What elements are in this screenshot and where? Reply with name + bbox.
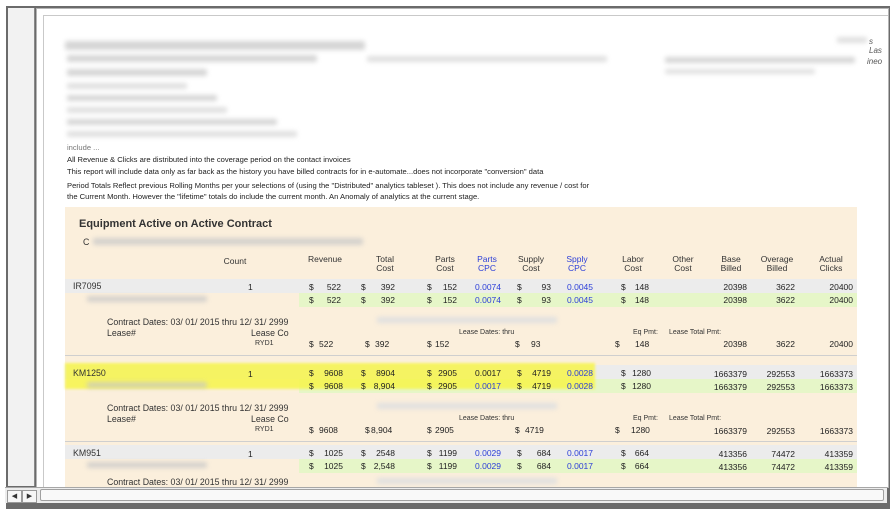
clipped-text-right: s Las bbox=[869, 37, 882, 55]
count-value: 1 bbox=[248, 449, 253, 459]
scroll-right-button[interactable]: ▶ bbox=[22, 490, 37, 503]
parts-cost-value: 152 bbox=[442, 282, 457, 292]
lease-co-label: Lease Co bbox=[251, 328, 289, 338]
total-cost-value: 392 bbox=[380, 282, 395, 292]
header-base-billed: Base Billed bbox=[720, 254, 742, 273]
lease-dates-label: Lease Dates: thru bbox=[459, 329, 515, 336]
report-document: s Las ineo include ... All Revenue & Cli… bbox=[36, 8, 889, 488]
revenue-value: 522 bbox=[326, 282, 341, 292]
header-revenue: Revenue bbox=[307, 254, 343, 264]
clipped-text-right: ineo bbox=[867, 57, 883, 66]
redacted-contract-info bbox=[377, 403, 557, 409]
report-note-3: Period Totals Reflect previous Rolling M… bbox=[67, 181, 590, 190]
contract-dates: Contract Dates: 03/ 01/ 2015 thru 12/ 31… bbox=[107, 477, 289, 487]
report-note-2: This report will include data only as fa… bbox=[67, 167, 544, 176]
contract-dates: Contract Dates: 03/ 01/ 2015 thru 12/ 31… bbox=[107, 403, 289, 413]
header-parts-cpc: Parts CPC bbox=[477, 254, 497, 273]
count-value: 1 bbox=[248, 369, 253, 379]
redacted-header-line bbox=[65, 41, 365, 50]
lease-company: RYD1 bbox=[255, 426, 274, 433]
redacted-header-line bbox=[67, 119, 277, 125]
redacted-header-line bbox=[67, 131, 297, 137]
redacted-header-line bbox=[67, 69, 207, 76]
overage-billed-value: 3622 bbox=[776, 282, 795, 292]
lease-total-label: Lease Total Pmt: bbox=[669, 329, 722, 336]
header-supply-cost: Supply Cost bbox=[518, 254, 544, 273]
base-billed-value: 20398 bbox=[723, 282, 747, 292]
redacted-header-line bbox=[67, 95, 217, 101]
group-separator bbox=[65, 441, 857, 442]
lease-co-label: Lease Co bbox=[251, 414, 289, 424]
redacted-header-line bbox=[67, 83, 187, 89]
header-actual-clicks: Actual Clicks bbox=[819, 254, 843, 273]
header-count: Count bbox=[223, 256, 247, 266]
report-note-1: All Revenue & Clicks are distributed int… bbox=[67, 155, 351, 164]
count-value: 1 bbox=[248, 282, 253, 292]
group-separator bbox=[65, 355, 857, 356]
supply-cost-value: 93 bbox=[541, 282, 551, 292]
redacted-contract-info bbox=[377, 317, 557, 323]
redacted-serial bbox=[87, 382, 207, 388]
header-parts-cost: Parts Cost bbox=[435, 254, 455, 273]
scroll-left-button[interactable]: ◀ bbox=[7, 490, 22, 503]
header-labor-cost: Labor Cost bbox=[622, 254, 644, 273]
customer-initial: C bbox=[83, 237, 90, 247]
header-total-cost: Total Cost bbox=[376, 254, 394, 273]
redacted-serial bbox=[87, 296, 207, 302]
section-title: Equipment Active on Active Contract bbox=[79, 218, 272, 230]
model-name: KM1250 bbox=[73, 368, 106, 378]
redacted-header-line bbox=[67, 107, 227, 113]
actual-clicks-value: 20400 bbox=[829, 282, 853, 292]
model-name: KM951 bbox=[73, 448, 101, 458]
redacted-header-line bbox=[665, 57, 855, 63]
redacted-header-line bbox=[367, 56, 607, 62]
header-overage-billed: Overage Billed bbox=[760, 254, 794, 273]
spply-cpc-value: 0.0045 bbox=[567, 282, 593, 292]
redacted-contract-info bbox=[377, 478, 557, 484]
eq-pmt-label: Eq Pmt: bbox=[633, 415, 658, 422]
scrollbar-thumb[interactable] bbox=[40, 489, 884, 501]
redacted-customer-name bbox=[93, 238, 363, 245]
redacted-header-line bbox=[665, 69, 815, 74]
labor-cost-value: 148 bbox=[634, 282, 649, 292]
include-note: include ... bbox=[67, 143, 100, 152]
redacted-header-line bbox=[67, 55, 317, 62]
contract-dates: Contract Dates: 03/ 01/ 2015 thru 12/ 31… bbox=[107, 317, 289, 327]
eq-pmt-label: Eq Pmt: bbox=[633, 329, 658, 336]
redacted-serial bbox=[87, 462, 207, 468]
lease-company: RYD1 bbox=[255, 340, 274, 347]
lease-dates-label: Lease Dates: thru bbox=[459, 415, 515, 422]
lease-number-label: Lease# bbox=[107, 414, 136, 424]
lease-number-label: Lease# bbox=[107, 328, 136, 338]
header-other-cost: Other Cost bbox=[672, 254, 694, 273]
redacted-header-line bbox=[837, 37, 867, 43]
model-name: IR7095 bbox=[73, 281, 102, 291]
header-spply-cpc: Spply CPC bbox=[566, 254, 588, 273]
report-note-4: the Current Month. However the "lifetime… bbox=[67, 192, 480, 201]
parts-cpc-value: 0.0074 bbox=[475, 282, 501, 292]
lease-total-label: Lease Total Pmt: bbox=[669, 415, 722, 422]
vertical-ruler bbox=[8, 8, 35, 486]
